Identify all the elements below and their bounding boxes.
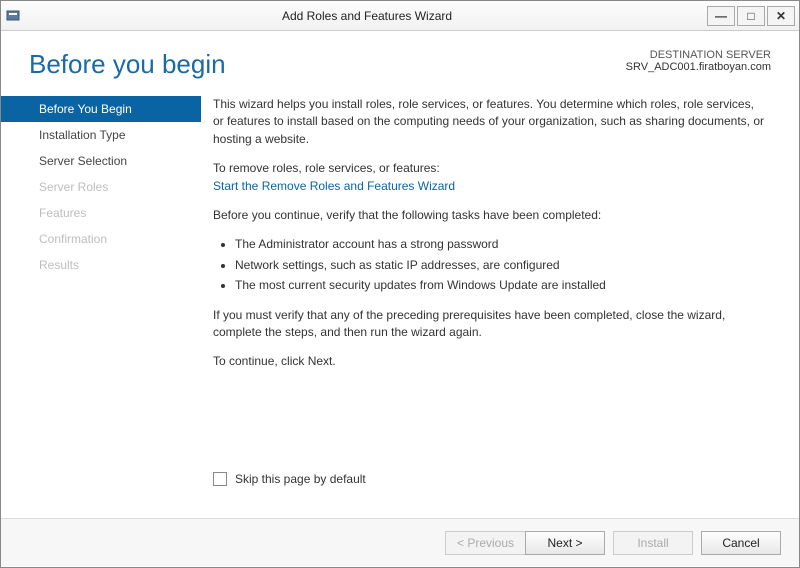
remove-section: To remove roles, role services, or featu…	[213, 160, 767, 195]
footer: < Previous Next > Install Cancel	[1, 518, 799, 566]
verify-note: If you must verify that any of the prece…	[213, 307, 767, 342]
skip-label: Skip this page by default	[235, 471, 366, 488]
skip-row: Skip this page by default	[213, 471, 767, 488]
sidebar-item-before-you-begin[interactable]: Before You Begin	[1, 96, 201, 122]
destination-label: DESTINATION SERVER	[626, 49, 771, 61]
prereq-item: Network settings, such as static IP addr…	[235, 257, 767, 274]
sidebar-item-confirmation: Confirmation	[1, 226, 201, 252]
sidebar: Before You Begin Installation Type Serve…	[1, 88, 201, 518]
cancel-button[interactable]: Cancel	[701, 531, 781, 555]
skip-checkbox[interactable]	[213, 472, 227, 486]
header: Before you begin DESTINATION SERVER SRV_…	[1, 31, 799, 88]
maximize-button[interactable]: □	[737, 6, 765, 26]
content: This wizard helps you install roles, rol…	[201, 88, 791, 518]
destination-info: DESTINATION SERVER SRV_ADC001.firatboyan…	[626, 49, 771, 73]
verify-intro: Before you continue, verify that the fol…	[213, 207, 767, 224]
main: Before You Begin Installation Type Serve…	[1, 88, 799, 518]
install-button: Install	[613, 531, 693, 555]
remove-wizard-link[interactable]: Start the Remove Roles and Features Wiza…	[213, 179, 455, 193]
prereq-item: The Administrator account has a strong p…	[235, 236, 767, 253]
next-button[interactable]: Next >	[525, 531, 605, 555]
sidebar-item-results: Results	[1, 252, 201, 278]
minimize-button[interactable]: —	[707, 6, 735, 26]
remove-label: To remove roles, role services, or featu…	[213, 161, 440, 175]
window-controls: — □ ✕	[705, 6, 795, 26]
nav-button-group: < Previous Next >	[445, 531, 605, 555]
close-button[interactable]: ✕	[767, 6, 795, 26]
window-title: Add Roles and Features Wizard	[29, 9, 705, 23]
prereq-item: The most current security updates from W…	[235, 277, 767, 294]
page-title: Before you begin	[29, 49, 226, 80]
prereq-list: The Administrator account has a strong p…	[213, 236, 767, 294]
sidebar-item-server-selection[interactable]: Server Selection	[1, 148, 201, 174]
sidebar-item-features: Features	[1, 200, 201, 226]
intro-text: This wizard helps you install roles, rol…	[213, 96, 767, 148]
destination-server: SRV_ADC001.firatboyan.com	[626, 61, 771, 73]
sidebar-item-server-roles: Server Roles	[1, 174, 201, 200]
app-icon	[5, 8, 21, 24]
previous-button: < Previous	[445, 531, 525, 555]
titlebar: Add Roles and Features Wizard — □ ✕	[1, 1, 799, 31]
continue-hint: To continue, click Next.	[213, 353, 767, 370]
sidebar-item-installation-type[interactable]: Installation Type	[1, 122, 201, 148]
